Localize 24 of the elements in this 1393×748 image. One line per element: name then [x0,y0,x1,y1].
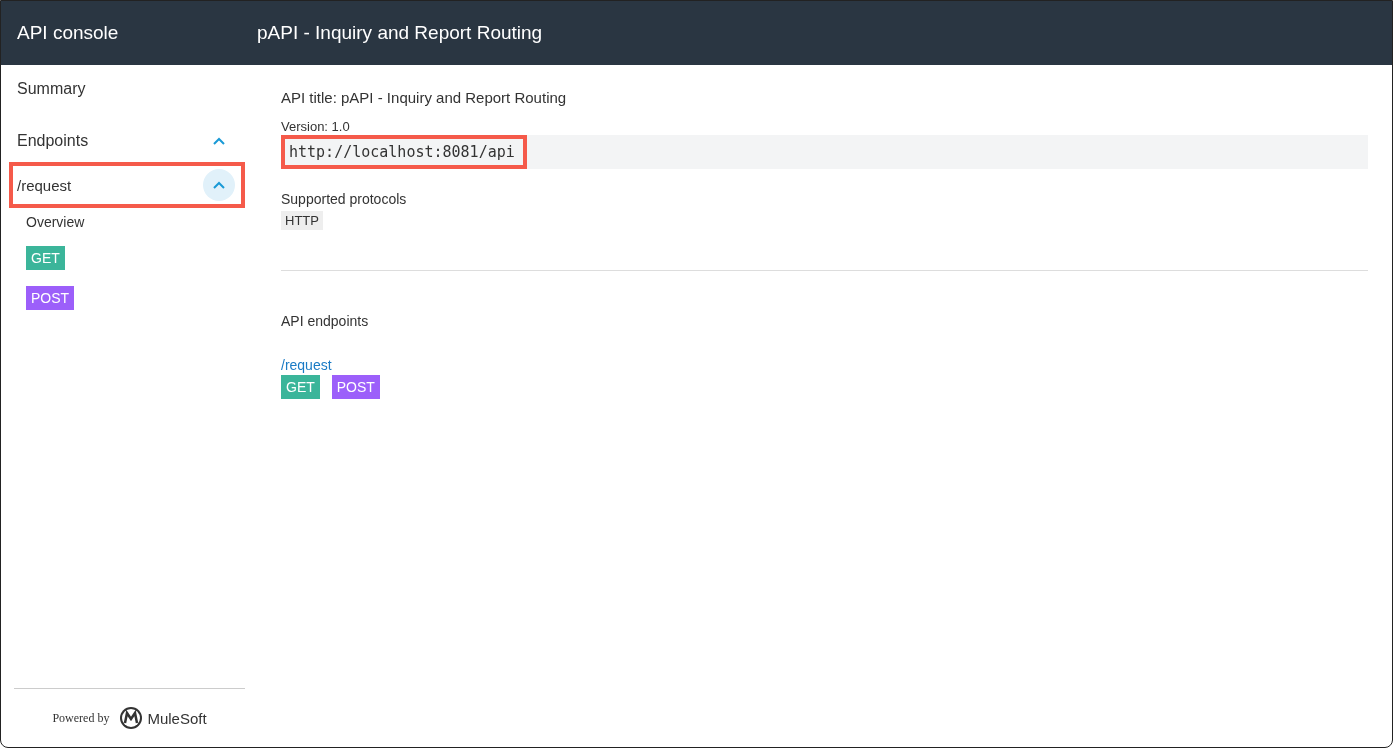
protocols-label: Supported protocols [281,191,408,207]
overview-link[interactable]: Overview [26,214,85,230]
brand-name: MuleSoft [147,709,207,727]
chevron-up-icon [213,137,225,145]
api-title: API title: pAPI - Inquiry and Report Routing [281,89,568,106]
chevron-up-icon [213,181,225,189]
method-badge[interactable]: POST [26,286,75,310]
protocol-tag: HTTP [281,211,323,230]
method-badge[interactable]: GET [281,375,320,399]
sidebar-item[interactable]: Summary [9,80,245,98]
endpoints-heading: API endpoints [281,313,370,329]
logo-icon [119,706,144,730]
method-badge[interactable]: POST [331,375,380,399]
base-url: http://localhost:8081/api [281,135,527,169]
collapse-toggle[interactable] [203,169,235,201]
method-badge[interactable]: GET [26,246,65,270]
page-title: pAPI - Inquiry and Report Routing [257,22,543,44]
version-text: Version: 1.0 [281,119,351,134]
endpoint-item[interactable]: /request [9,162,245,208]
endpoint-path: /request [17,176,72,194]
app-title: API console [16,22,120,44]
sidebar-item[interactable]: Endpoints [17,132,89,150]
powered-by-text: Powered by [52,710,110,726]
endpoint-link[interactable]: /request [281,357,332,373]
